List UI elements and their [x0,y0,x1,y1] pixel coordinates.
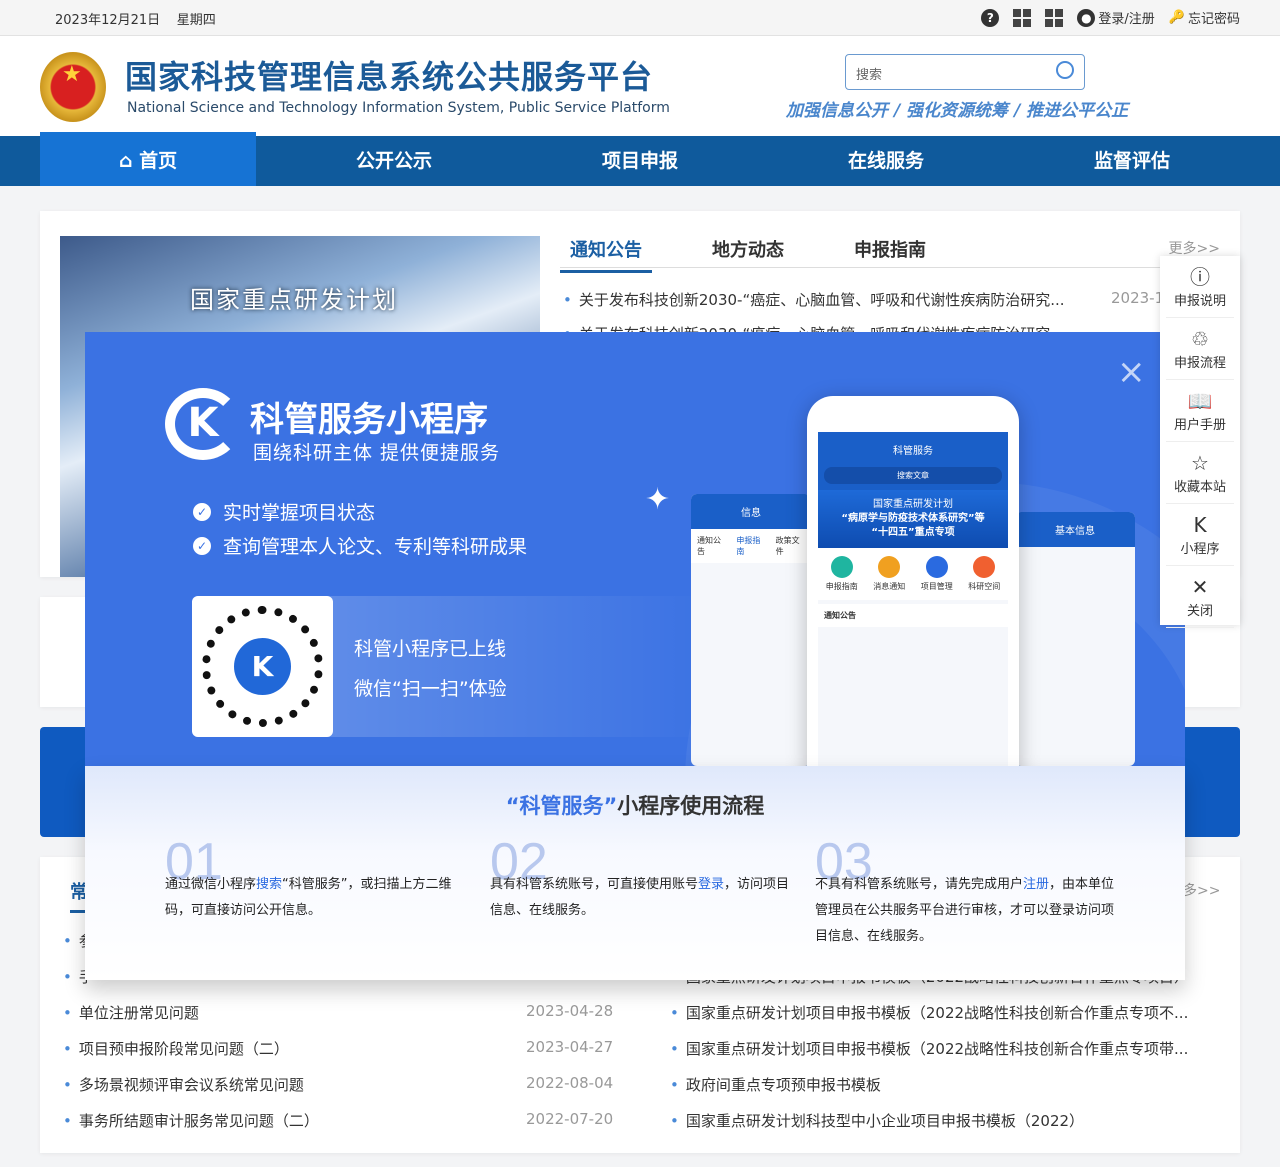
qr-code: K [192,596,333,737]
faq-item[interactable]: 多场景视频评审会议系统常见问题 [63,1074,304,1095]
right-float-sidebar: ⓘ 申报说明 ♲ 申报流程 📖 用户手册 ☆ 收藏本站 K 小程序 ✕ 关闭 [1160,256,1240,628]
template-item[interactable]: 国家重点研发计划项目申报书模板（2022战略性科技创新合作重点专项不... [670,1002,1188,1023]
qr-panel: K 科管小程序已上线 微信“扫一扫”体验 [192,596,712,737]
faq-date: 2022-08-04 [526,1074,614,1092]
nav-home[interactable]: ⌂ 首页 [40,132,256,186]
faq-date: 2023-04-27 [526,1038,614,1056]
nav-public[interactable]: 公开公示 [286,136,502,186]
phone-screen-right: 基本信息 [1015,512,1135,766]
flow-step: 02 具有科管系统账号，可直接使用账号登录，访问项目信息、在线服务。 [490,836,790,918]
step-text: 具有科管系统账号，可直接使用账号登录，访问项目信息、在线服务。 [490,872,790,924]
miniprogram-popup: K 科管服务小程序 围绕科研主体 提供便捷服务 ✓ 实时掌握项目状态 ✓ 查询管理本… [85,332,1185,766]
step-text-pre: 通过微信小程序 [165,877,257,892]
forgot-password-link[interactable]: 🔑 忘记密码 [1169,8,1240,27]
usage-flow-panel: “科管服务”小程序使用流程 01 通过微信小程序搜索“科管服务”，或扫描上方二维码… [85,766,1185,980]
sidebar-item-flow[interactable]: ♲ 申报流程 [1166,318,1234,380]
favorite-icon: ☆ [1191,451,1209,475]
template-item[interactable]: 政府间重点专项预申报书模板 [670,1074,881,1095]
sparkle-icon: ✦ [645,482,671,517]
sidebar-label: 小程序 [1180,542,1220,557]
feature-item: ✓ 实时掌握项目状态 [193,498,375,525]
national-emblem-logo: ★ [40,52,106,122]
step-link[interactable]: 登录 [698,877,724,892]
manual-icon: 📖 [1187,389,1213,413]
flow-step: 01 通过微信小程序搜索“科管服务”，或扫描上方二维码，可直接访问公开信息。 [165,836,465,918]
info-icon: ⓘ [1190,265,1210,289]
header: ★ 国家科技管理信息系统公共服务平台 National Science and … [0,36,1280,136]
slogan: 加强信息公开 / 强化资源统筹 / 推进公平公正 [786,101,1129,121]
help-icon[interactable]: ? [981,8,1000,27]
template-item[interactable]: 国家重点研发计划科技型中小企业项目申报书模板（2022） [670,1110,1084,1131]
sidebar-item-close[interactable]: ✕ 关闭 [1166,566,1234,628]
sidebar-label: 用户手册 [1173,418,1226,433]
flow-icon: ♲ [1191,327,1209,351]
login-link[interactable]: ● 登录/注册 [1077,8,1155,27]
step-text-pre: 具有科管系统账号，可直接使用账号 [490,877,699,892]
sidebar-label: 关闭 [1186,604,1213,619]
search-icon[interactable] [1056,61,1074,79]
top-bar: 2023年12月21日 星期四 ? ● 登录/注册 🔑 忘记密码 [0,0,1280,36]
faq-item[interactable]: 单位注册常见问题 [63,1002,199,1023]
tab-local[interactable]: 地方动态 [712,236,784,262]
feature-item: ✓ 查询管理本人论文、专利等科研成果 [193,532,527,559]
faq-date: 2022-07-20 [526,1110,614,1128]
popup-subtitle: 围绕科研主体 提供便捷服务 [253,442,501,464]
sidebar-item-favorite[interactable]: ☆ 收藏本站 [1166,442,1234,504]
tab-notices[interactable]: 通知公告 [560,236,652,273]
step-text: 通过微信小程序搜索“科管服务”，或扫描上方二维码，可直接访问公开信息。 [165,872,465,924]
step-link[interactable]: 搜索 [256,877,282,892]
search-input[interactable]: 搜索 [845,54,1085,90]
check-icon: ✓ [193,536,211,555]
qrcode-icon[interactable] [1013,8,1032,27]
kg-logo: K [165,388,241,460]
date-text: 2023年12月21日 星期四 [55,13,216,28]
apps-icon[interactable] [1045,8,1064,27]
sidebar-label: 收藏本站 [1173,480,1226,495]
nav-apply[interactable]: 项目申报 [532,136,748,186]
site-subtitle: National Science and Technology Informat… [127,100,670,116]
step-text: 不具有科管系统账号，请先完成用户注册，由本单位管理员在公共服务平台进行审核，才可… [815,872,1115,950]
popup-close-button[interactable]: × [1117,352,1146,392]
flow-title: “科管服务”小程序使用流程 [505,794,765,818]
tab-guide[interactable]: 申报指南 [854,236,926,262]
faq-item[interactable]: 项目预申报阶段常见问题（二） [63,1038,289,1059]
key-icon: 🔑 [1168,10,1185,25]
sidebar-item-info[interactable]: ⓘ 申报说明 [1166,256,1234,318]
phone-screen-left: 信息 通知公告 申报指南 政策文件 [691,494,811,766]
nav-supervision[interactable]: 监督评估 [1024,136,1240,186]
faq-more-link[interactable]: 多>> [1183,880,1220,900]
flow-step: 03 不具有科管系统账号，请先完成用户注册，由本单位管理员在公共服务平台进行审核，… [815,836,1115,944]
check-icon: ✓ [193,502,211,521]
main-nav: ⌂ 首页 公开公示 项目申报 在线服务 监督评估 [0,132,1280,186]
faq-item[interactable]: 事务所结题审计服务常见问题（二） [63,1110,319,1131]
sidebar-label: 申报说明 [1173,294,1226,309]
miniprogram-icon: K [1193,513,1207,537]
sidebar-label: 申报流程 [1173,356,1226,371]
nav-online-service[interactable]: 在线服务 [778,136,994,186]
user-icon: ● [1077,8,1096,27]
faq-date: 2023-04-28 [526,1002,614,1020]
news-item[interactable]: 关于发布科技创新2030-“癌症、心脑血管、呼吸和代谢性疾病防治研究... [563,289,1065,310]
popup-title: 科管服务小程序 [250,400,488,440]
site-title[interactable]: 国家科技管理信息系统公共服务平台 [125,52,653,98]
template-item[interactable]: 国家重点研发计划项目申报书模板（2022战略性科技创新合作重点专项带... [670,1038,1188,1059]
more-link[interactable]: 更多>> [1169,238,1220,258]
step-link[interactable]: 注册 [1023,877,1049,892]
sidebar-item-miniprogram[interactable]: K 小程序 [1166,504,1234,566]
close-icon: ✕ [1191,575,1209,599]
sidebar-item-manual[interactable]: 📖 用户手册 [1166,380,1234,442]
phone-mockup: 科管服务 搜索文章 国家重点研发计划 “病原学与防疫技术体系研究”等 “十四五”重点… [807,396,1019,766]
news-tabs: 通知公告 地方动态 申报指南 更多>> [560,226,1220,273]
step-text-pre: 不具有科管系统账号，请先完成用户 [815,877,1024,892]
